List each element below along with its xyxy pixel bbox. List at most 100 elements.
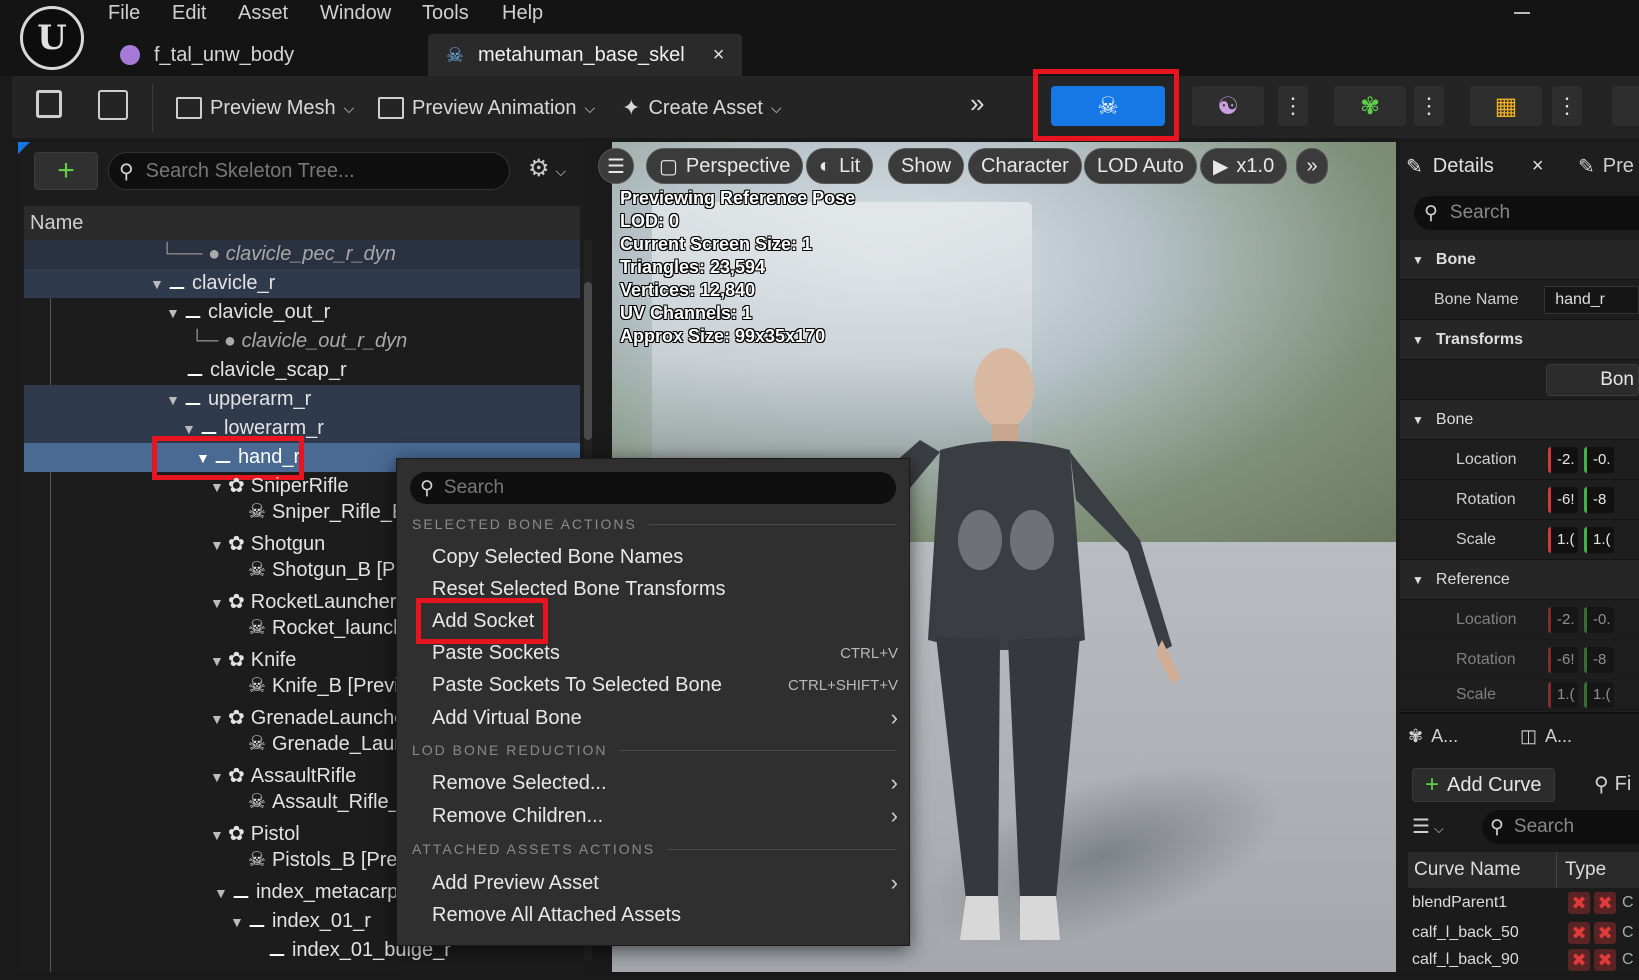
bone-space-button[interactable]: Bon — [1546, 363, 1639, 396]
bone-name-label: Bone Name — [1434, 290, 1519, 308]
tree-settings-gear-icon[interactable]: ⚙ ⌵ — [528, 154, 566, 183]
tree-row[interactable]: ▼ ⚊ clavicle_r — [24, 269, 580, 298]
rotation-y-field[interactable]: -8 — [1584, 486, 1614, 513]
details-search-input[interactable]: ⚲ Search — [1414, 196, 1639, 230]
curve-row[interactable]: calf_l_back_90 ✖ ✖ C — [1400, 948, 1639, 972]
preview-animation-icon — [378, 97, 404, 119]
menu-tools[interactable]: Tools — [422, 2, 469, 25]
tree-row[interactable]: └── ● clavicle_pec_r_dyn — [24, 240, 580, 269]
location-row: Location -2. -0. — [1400, 440, 1639, 480]
ref-location-y-field: -0. — [1584, 606, 1614, 633]
tree-row[interactable]: ▼ ⚊ clavicle_out_r — [24, 298, 580, 327]
search-icon: ⚲ — [119, 160, 134, 183]
close-tab-icon[interactable]: × — [1532, 155, 1544, 178]
curve-table-header: Curve Name Type — [1408, 852, 1639, 888]
tab-metahuman-base-skel[interactable]: ☠ metahuman_base_skel × — [428, 34, 742, 76]
location-y-field[interactable]: -0. — [1584, 446, 1614, 473]
menu-help[interactable]: Help — [502, 2, 543, 25]
playback-speed-button[interactable]: ▶ x1.0 — [1200, 148, 1288, 184]
socket-label: Pistol — [250, 823, 300, 845]
lit-button[interactable]: ◐ Lit — [806, 148, 874, 184]
close-tab-icon[interactable]: × — [713, 44, 725, 67]
unreal-logo-icon[interactable]: U — [20, 6, 84, 70]
socket-label: AssaultRifle — [250, 765, 357, 787]
lod-auto-button[interactable]: LOD Auto — [1084, 148, 1197, 184]
menu-edit[interactable]: Edit — [172, 2, 206, 25]
menu-item-add-preview-asset[interactable]: Add Preview Asset › — [432, 868, 898, 898]
blueprint-mode-options-icon[interactable]: ⋮ — [1552, 86, 1582, 126]
skeleton-tree-search-input[interactable]: ⚲ Search Skeleton Tree... — [108, 152, 510, 190]
expand-caret-icon: ▼ — [166, 305, 180, 321]
viewport-options-menu-icon[interactable]: ☰ — [598, 148, 634, 184]
add-curve-button[interactable]: + Add Curve — [1412, 768, 1555, 802]
search-placeholder: Search Skeleton Tree... — [145, 159, 355, 182]
curve-row[interactable]: blendParent1 ✖ ✖ C — [1400, 888, 1639, 918]
section-transforms[interactable]: ▼ Transforms — [1400, 320, 1639, 360]
curve-search-input[interactable]: ⚲ Search — [1482, 810, 1639, 844]
socket-dot-icon: ● — [208, 243, 221, 265]
show-button[interactable]: Show — [888, 148, 965, 184]
mesh-mode-button[interactable]: ☯ — [1192, 86, 1264, 126]
viewport-overflow-icon[interactable]: » — [1296, 148, 1328, 184]
menu-item-add-virtual-bone[interactable]: Add Virtual Bone › — [432, 703, 898, 733]
menu-item-remove-selected[interactable]: Remove Selected... › — [432, 768, 898, 798]
menu-window[interactable]: Window — [320, 2, 391, 25]
tree-row[interactable]: ▼ ⚊ upperarm_r — [24, 385, 580, 414]
menu-item-remove-all-attached-assets[interactable]: Remove All Attached Assets — [432, 900, 898, 930]
blueprint-mode-button[interactable]: ▦ — [1470, 86, 1542, 126]
save-icon[interactable] — [36, 90, 62, 118]
scale-y-field[interactable]: 1.( — [1584, 526, 1614, 553]
running-figure-icon: ✾ — [1359, 92, 1381, 120]
ref-scale-y-field: 1.( — [1584, 681, 1614, 708]
tree-row[interactable]: └─ ● clavicle_out_r_dyn — [24, 327, 580, 356]
mesh-mode-options-icon[interactable]: ⋮ — [1278, 86, 1308, 126]
preview-animation-button[interactable]: Preview Animation ⌵ — [378, 90, 595, 126]
menu-item-paste-sockets-to-selected-bone[interactable]: Paste Sockets To Selected Bone CTRL+SHIFT… — [432, 670, 898, 700]
preview-mesh-button[interactable]: Preview Mesh ⌵ — [176, 90, 354, 126]
chevron-right-icon: › — [890, 770, 898, 795]
add-bone-button[interactable]: + — [34, 152, 98, 190]
scale-x-field[interactable]: 1.( — [1548, 526, 1578, 553]
chevron-down-icon: ⌵ — [770, 99, 782, 116]
location-x-field[interactable]: -2. — [1548, 446, 1578, 473]
rotation-x-field[interactable]: -6! — [1548, 486, 1578, 513]
curve-row[interactable]: calf_l_back_50 ✖ ✖ C — [1400, 918, 1639, 948]
physics-mode-button[interactable] — [1612, 86, 1639, 126]
curve-type-column-header[interactable]: Type — [1557, 859, 1606, 881]
name-column-header[interactable]: Name — [24, 206, 580, 240]
animation-mode-button[interactable]: ✾ — [1334, 86, 1406, 126]
tab-f-tal-unw-body[interactable]: f_tal_unw_body — [100, 34, 408, 76]
skeleton-mode-button[interactable]: ☠ — [1051, 86, 1165, 126]
character-button[interactable]: Character — [968, 148, 1082, 184]
find-curve-button[interactable]: ⚲ Fi — [1594, 772, 1631, 797]
tab-preview-scene-settings[interactable]: ✎ Pre — [1578, 146, 1634, 186]
section-bone[interactable]: ▼ Bone — [1400, 240, 1639, 280]
section-reference[interactable]: ▼ Reference — [1400, 560, 1639, 600]
browse-asset-icon[interactable] — [98, 90, 128, 120]
tree-row[interactable]: ⚊ clavicle_scap_r — [24, 356, 580, 385]
tree-scrollbar-thumb[interactable] — [584, 282, 592, 440]
chevron-down-icon: ⌵ — [584, 99, 596, 116]
create-asset-button[interactable]: ✦ Create Asset ⌵ — [622, 90, 782, 126]
menu-item-paste-sockets[interactable]: Paste Sockets CTRL+V — [432, 638, 898, 668]
menu-file[interactable]: File — [108, 2, 140, 25]
tab-details[interactable]: ✎ Details × — [1406, 146, 1544, 186]
curve-name-column-header[interactable]: Curve Name — [1408, 859, 1556, 881]
section-bone-transform[interactable]: ▼ Bone — [1400, 400, 1639, 440]
toolbar-overflow-icon[interactable]: » — [970, 88, 984, 119]
animation-mode-options-icon[interactable]: ⋮ — [1414, 86, 1444, 126]
chevron-down-icon: ▼ — [1412, 412, 1424, 427]
bone-name-row: Bone Name hand_r — [1400, 280, 1639, 320]
menu-item-copy-selected-bone-names[interactable]: Copy Selected Bone Names — [432, 542, 898, 572]
menu-asset[interactable]: Asset — [238, 2, 288, 25]
tab-anim-curves[interactable]: ✾ A... — [1408, 726, 1458, 747]
filter-icon[interactable]: ☰ ⌵ — [1412, 814, 1444, 839]
perspective-button[interactable]: ▢ Perspective — [646, 148, 804, 184]
minimize-icon[interactable] — [1514, 12, 1530, 14]
context-menu-search-input[interactable]: ⚲ Search — [410, 472, 896, 504]
menu-item-remove-children[interactable]: Remove Children... › — [432, 801, 898, 831]
chevron-right-icon: › — [890, 705, 898, 730]
bone-name-value: hand_r — [1544, 285, 1639, 314]
tab-asset-details[interactable]: ◫ A... — [1520, 726, 1572, 747]
tab-label: metahuman_base_skel — [477, 43, 685, 66]
